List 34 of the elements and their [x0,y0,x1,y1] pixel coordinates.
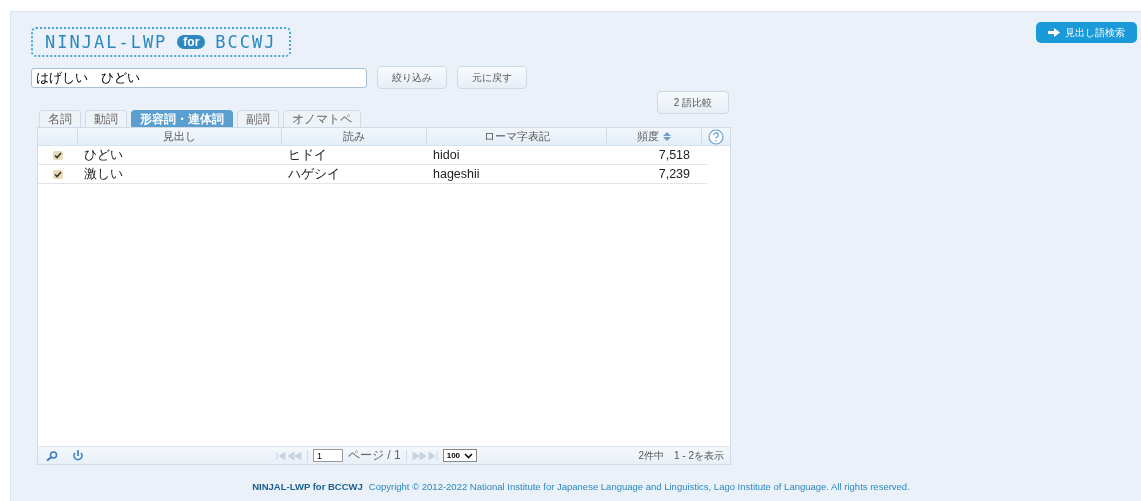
copyright-text: Copyright © 2012-2022 National Institute for Japanese Language and Linguistics, Lago Institute of Language. All rights reserved. [368,481,910,492]
tab[interactable]: 名詞 [39,110,81,127]
table-cell-text: ヒドイ [287,146,328,164]
filter-button[interactable]: 元に戻す [457,66,527,89]
record-summary: 2件中 1 - 2を表示 [638,448,724,463]
page-field[interactable]: 1 [313,449,343,462]
tab[interactable]: 副詞 [237,110,279,127]
filter-button[interactable]: 絞り込み [377,66,447,89]
compare-button[interactable]: 2 語比較 [656,91,729,114]
search-field[interactable]: はげしい ひどい [31,67,367,88]
arrow-right-icon [1048,28,1060,37]
table-cell-text: hageshii [432,166,481,183]
chevron-down-icon [464,452,474,459]
column-header[interactable]: ローマ字表記 [427,128,607,145]
table-cell-text: hidoi [432,147,461,164]
checkbox[interactable] [53,150,63,160]
table-cell-text: 激しい [83,165,124,183]
sort-icon [663,132,671,141]
table-cell-text: 7,518 [657,147,691,164]
search-icon[interactable] [46,450,58,461]
help-icon[interactable] [707,128,724,145]
page-size-select[interactable]: 100 [442,449,478,462]
table-cell-text: ハゲシイ [287,165,341,183]
column-header[interactable]: 頻度 [607,128,702,145]
tab[interactable]: 動詞 [85,110,127,127]
column-header[interactable]: 読み [282,128,427,145]
footer-brand: NINJAL-LWP for BCCWJ [252,481,363,492]
column-header[interactable]: 見出し [78,128,282,145]
tab[interactable]: オノマトペ [283,110,361,127]
page-label: ページ / 1 [348,447,401,464]
table-cell-text: 7,239 [657,166,691,183]
table-cell-text: ひどい [83,146,124,164]
checkbox[interactable] [53,169,63,179]
logo: NINJAL-LWP for BCCWJ [31,27,291,57]
